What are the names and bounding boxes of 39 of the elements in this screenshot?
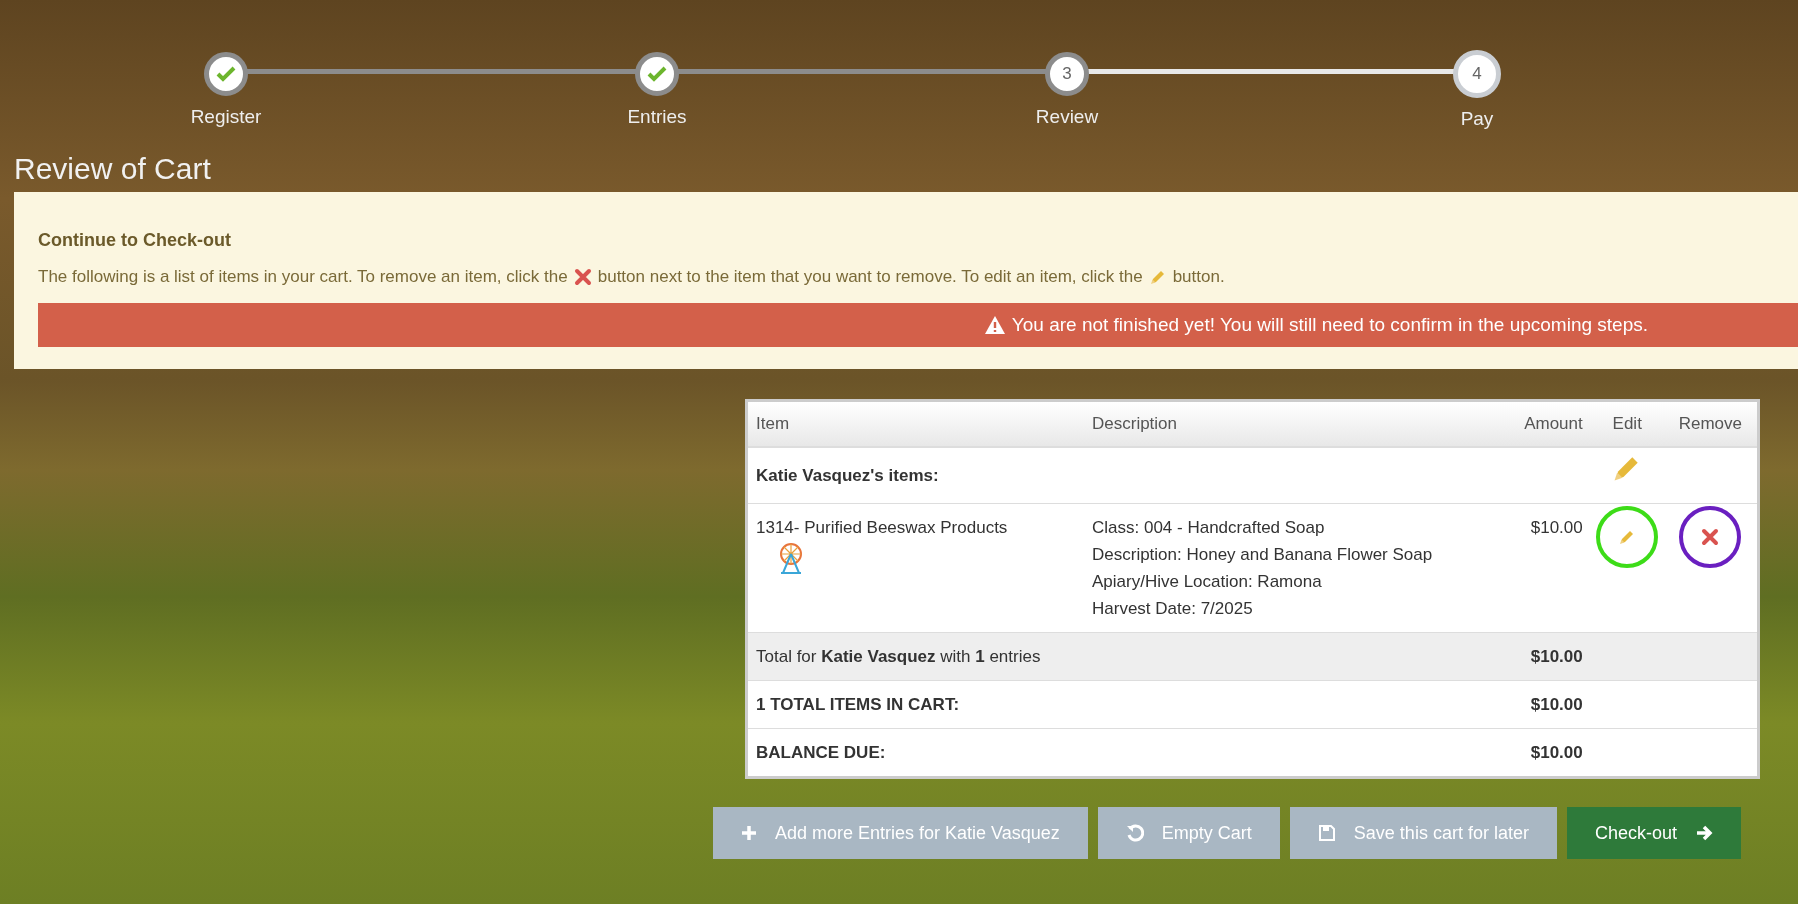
page-title: Review of Cart [14, 152, 212, 186]
summary-amount: $10.00 [1503, 728, 1591, 776]
item-name: 1314- Purified Beeswax Products [756, 517, 1009, 539]
description-line: Harvest Date: 7/2025 [1092, 598, 1254, 620]
step-number: 4 [1472, 64, 1482, 84]
edit-button[interactable] [1596, 506, 1659, 568]
instruction-text: button next to the item that you want to remove. To edit an item, click the [597, 267, 1143, 287]
description-line: Apiary/Hive Location: Ramona [1092, 571, 1323, 593]
remove-button[interactable] [1679, 506, 1742, 568]
step-number: 3 [1062, 64, 1072, 84]
notice-heading: Continue to Check-out [38, 230, 232, 251]
action-button[interactable]: Save this cart for later [1289, 807, 1557, 859]
description-line: Class: 004 - Handcrafted Soap [1092, 517, 1326, 539]
step-label: Register [190, 106, 262, 128]
group-heading: Katie Vasquez's items: [748, 447, 1591, 504]
step-label: Pay [1460, 108, 1494, 130]
step-label: Review [1035, 106, 1099, 128]
summary-label: Total for Katie Vasquez with 1 entries [748, 632, 1503, 681]
step-label: Entries [627, 106, 687, 128]
action-button[interactable]: Add more Entries for Katie Vasquez [713, 807, 1088, 859]
summary-label: 1 TOTAL ITEMS IN CART: [748, 680, 1503, 729]
description-line: Description: Honey and Banana Flower Soap [1092, 544, 1434, 566]
check-icon [216, 66, 236, 82]
plus-icon [741, 825, 757, 841]
warning-text: You are not finished yet! You will still need to confirm in the upcoming steps. [1011, 314, 1648, 336]
warning-icon [983, 315, 1006, 335]
check-icon [647, 66, 667, 82]
instruction-text: The following is a list of items in your cart. To remove an item, click the [38, 267, 568, 287]
summary-label: BALANCE DUE: [748, 728, 1503, 776]
remove-icon [1701, 528, 1720, 546]
summary-amount: $10.00 [1503, 632, 1591, 681]
undo-icon [1125, 824, 1144, 842]
instruction-text: button. [1172, 267, 1225, 287]
remove-icon [573, 268, 592, 286]
arrow-right-icon [1694, 824, 1713, 842]
action-button[interactable]: Empty Cart [1097, 807, 1280, 859]
pencil-icon [1148, 268, 1167, 286]
checkout-button[interactable]: Check-out [1566, 807, 1741, 859]
summary-amount: $10.00 [1503, 680, 1591, 729]
